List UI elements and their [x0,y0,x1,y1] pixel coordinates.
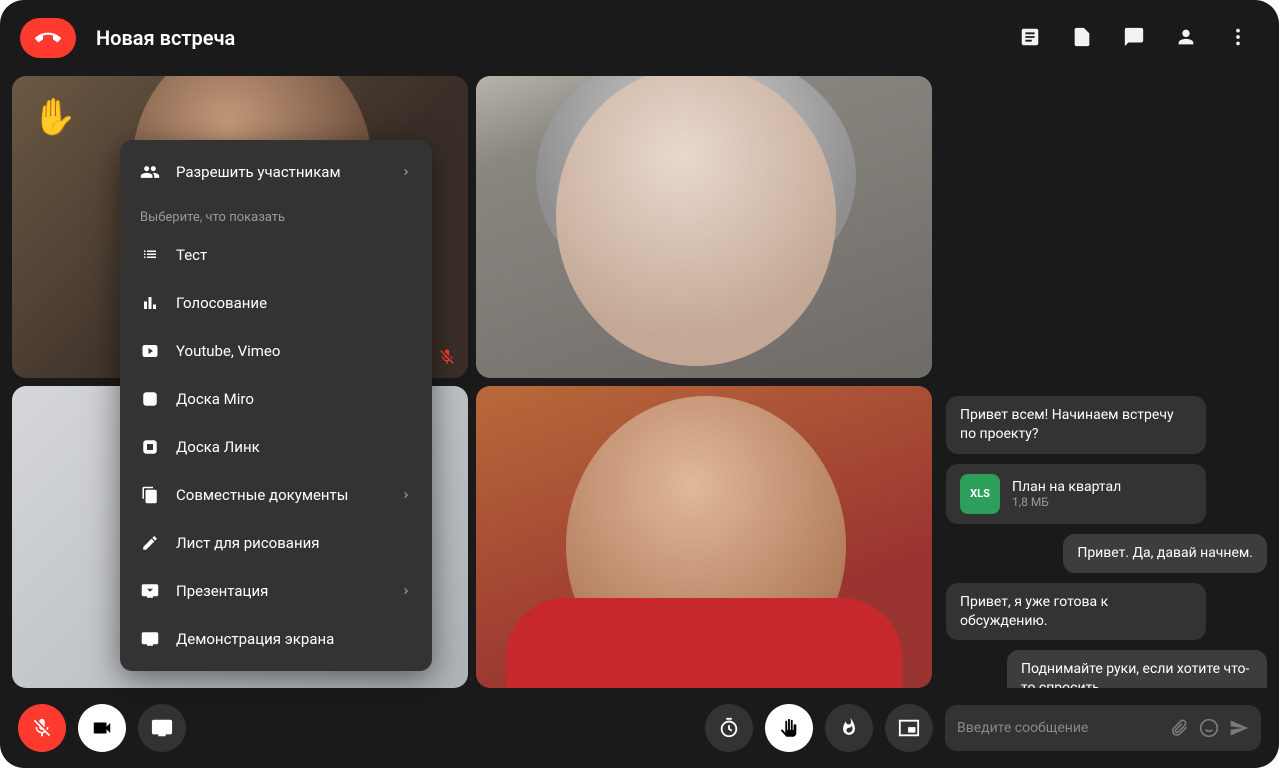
screen-share-icon [140,629,160,649]
camera-icon [91,717,113,739]
menu-item-poll[interactable]: Голосование [120,279,432,327]
menu-item-label: Лист для рисования [176,534,320,552]
presentation-icon [140,581,160,601]
chat-message[interactable]: Поднимайте руки, если хотите что-то спро… [1007,650,1267,688]
menu-item-docs[interactable]: Совместные документы [120,471,432,519]
chat-message[interactable]: Привет, я уже готова к обсуждению. [946,583,1206,641]
person-icon[interactable] [1175,26,1199,50]
documents-icon [140,485,160,505]
menu-item-label: Совместные документы [176,486,348,504]
hand-icon [778,717,800,739]
chevron-right-icon [400,585,412,597]
header-actions [1019,26,1259,50]
menu-item-label: Тест [176,246,207,264]
menu-item-label: Демонстрация экрана [176,630,334,648]
timer-button[interactable] [705,704,753,752]
send-icon[interactable] [1229,718,1249,738]
attachment-size: 1,8 МБ [1012,495,1121,509]
pip-icon [898,717,920,739]
menu-item-test[interactable]: Тест [120,231,432,279]
menu-item-label: Разрешить участникам [176,163,341,181]
share-menu-popup: Разрешить участникам Выберите, что показ… [120,140,432,671]
participant-tile-2[interactable] [476,76,932,378]
list-icon [140,245,160,265]
attachment-info: План на квартал 1,8 МБ [1012,479,1121,509]
chat-sidebar: Привет всем! Начинаем встречу по проекту… [932,76,1267,688]
attach-icon[interactable] [1169,718,1189,738]
miro-icon [140,389,160,409]
mic-toggle-button[interactable] [18,704,66,752]
app-window: Новая встреча ✋ Привет в [0,0,1279,768]
pip-button[interactable] [885,704,933,752]
timer-icon [718,717,740,739]
menu-item-label: Презентация [176,582,268,600]
menu-item-miro[interactable]: Доска Miro [120,375,432,423]
raised-hand-badge: ✋ [32,96,77,138]
meeting-title: Новая встреча [96,26,1019,50]
emoji-icon[interactable] [1199,718,1219,738]
menu-section-label: Выберите, что показать [120,196,432,231]
menu-item-link-board[interactable]: Доска Линк [120,423,432,471]
menu-item-presentation[interactable]: Презентация [120,567,432,615]
menu-item-label: Доска Miro [176,390,254,408]
participant-tile-4[interactable] [476,386,932,688]
poll-icon [140,293,160,313]
menu-item-youtube[interactable]: Youtube, Vimeo [120,327,432,375]
reactions-button[interactable] [825,704,873,752]
fire-icon [838,717,860,739]
xls-file-icon: XLS [960,474,1000,514]
menu-item-label: Доска Линк [176,438,260,456]
notes-icon[interactable] [1019,26,1043,50]
chat-message[interactable]: Привет. Да, давай начнем. [1063,534,1267,573]
share-screen-button[interactable] [138,704,186,752]
people-icon [140,162,160,182]
header: Новая встреча [0,0,1279,76]
screen-icon [151,717,173,739]
link-board-icon [140,437,160,457]
chat-attachment[interactable]: XLS План на квартал 1,8 МБ [946,464,1206,524]
hangup-button[interactable] [20,18,76,58]
draw-icon [140,533,160,553]
chevron-right-icon [400,166,412,178]
menu-item-screen-share[interactable]: Демонстрация экрана [120,615,432,663]
chat-icon[interactable] [1123,26,1147,50]
phone-hangup-icon [35,25,61,51]
chevron-right-icon [400,489,412,501]
chat-messages: Привет всем! Начинаем встречу по проекту… [946,76,1267,688]
camera-toggle-button[interactable] [78,704,126,752]
menu-item-label: Youtube, Vimeo [176,342,280,360]
allow-participants-item[interactable]: Разрешить участникам [120,148,432,196]
message-field[interactable] [957,720,1159,736]
chat-message[interactable]: Привет всем! Начинаем встречу по проекту… [946,396,1206,454]
chat-input [945,705,1261,751]
document-icon[interactable] [1071,26,1095,50]
menu-item-label: Голосование [176,294,267,312]
footer-controls [0,688,1279,768]
menu-item-canvas[interactable]: Лист для рисования [120,519,432,567]
attachment-name: План на квартал [1012,479,1121,495]
raise-hand-button[interactable] [765,704,813,752]
mic-muted-icon [31,717,53,739]
mic-muted-icon [438,348,456,366]
more-icon[interactable] [1227,26,1251,50]
play-icon [140,341,160,361]
